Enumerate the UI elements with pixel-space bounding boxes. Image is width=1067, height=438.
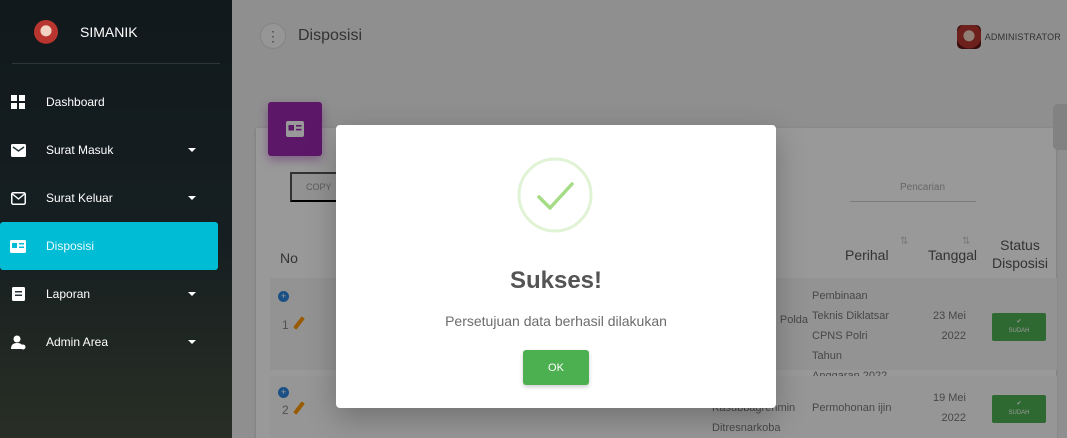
sidebar-item-label: Disposisi (46, 239, 95, 253)
chevron-down-icon (188, 196, 196, 200)
dashboard-icon (10, 94, 26, 110)
sidebar-item-label: Admin Area (46, 335, 109, 349)
sidebar-item-label: Surat Masuk (46, 143, 114, 157)
modal-title: Sukses! (509, 267, 603, 294)
id-card-icon (10, 238, 26, 254)
user-gear-icon (10, 334, 26, 350)
document-icon (10, 286, 26, 302)
sidebar-item-label: Dashboard (46, 95, 105, 109)
chevron-down-icon (188, 292, 196, 296)
brand-name: SIMANIK (80, 23, 138, 40)
chevron-down-icon (188, 340, 196, 344)
chevron-down-icon (188, 148, 196, 152)
sidebar-item-surat-keluar[interactable]: Surat Keluar (0, 174, 218, 222)
sidebar-item-dashboard[interactable]: Dashboard (0, 78, 218, 126)
success-dialog: Sukses! Persetujuan data berhasil dilaku… (336, 125, 776, 408)
inbox-icon (10, 142, 26, 158)
sidebar-item-laporan[interactable]: Laporan (0, 270, 218, 318)
ok-button[interactable]: OK (523, 350, 589, 385)
sidebar-item-surat-masuk[interactable]: Surat Masuk (0, 126, 218, 174)
outbox-icon (10, 190, 26, 206)
brand-logo-icon (34, 19, 58, 44)
success-check-icon (517, 157, 593, 233)
sidebar-item-label: Surat Keluar (46, 191, 113, 205)
sidebar-item-label: Laporan (46, 287, 91, 301)
sidebar-item-admin-area[interactable]: Admin Area (0, 318, 218, 366)
brand[interactable]: SIMANIK (12, 0, 220, 64)
sidebar-menu: Dashboard Surat Masuk Surat Keluar Dispo… (0, 78, 232, 366)
sidebar-item-disposisi[interactable]: Disposisi (0, 222, 218, 270)
modal-message: Persetujuan data berhasil dilakukan (445, 313, 667, 329)
